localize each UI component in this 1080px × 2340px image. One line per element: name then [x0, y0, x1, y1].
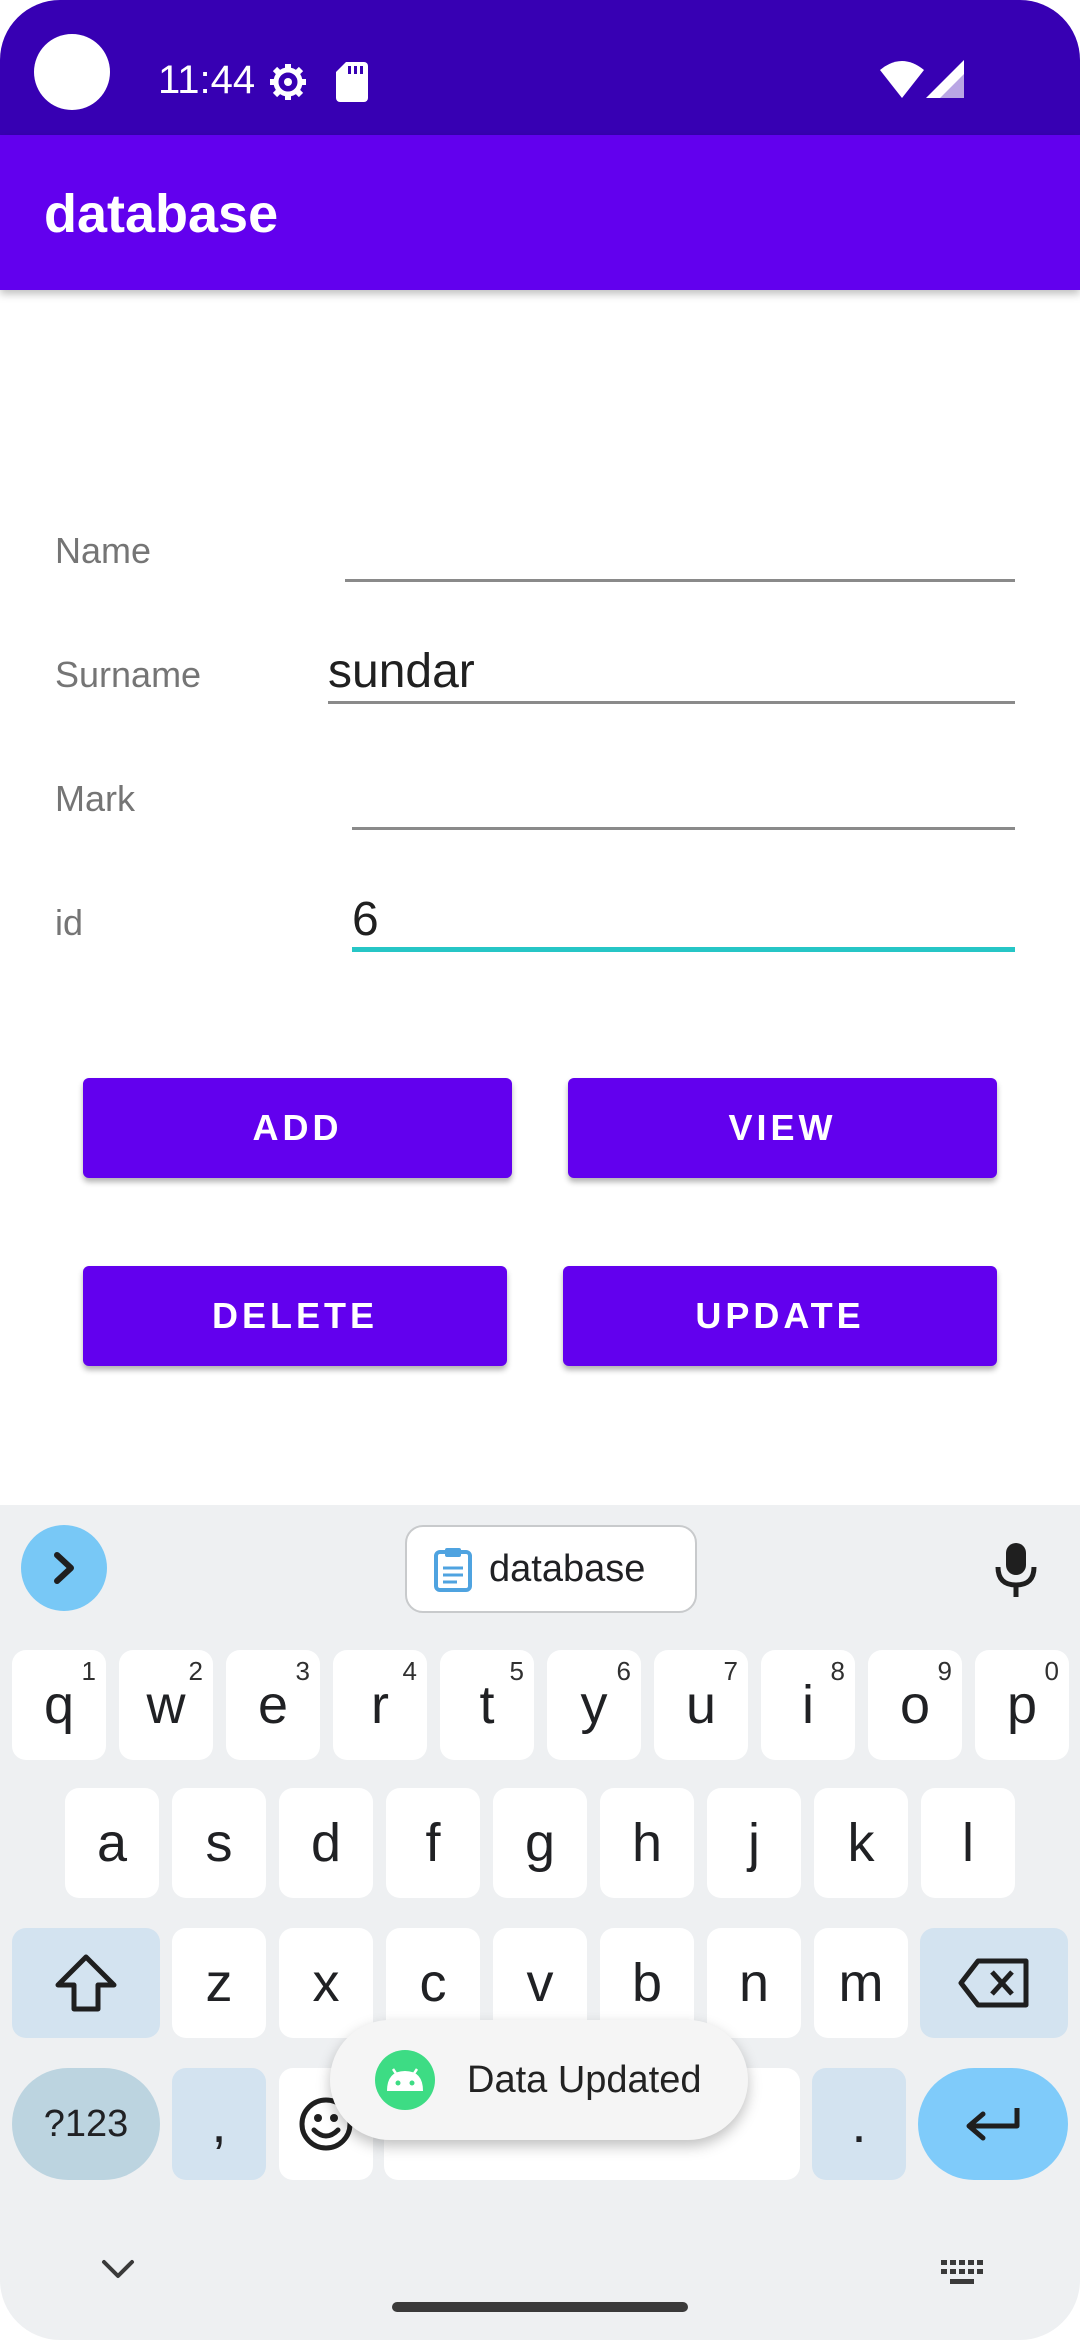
key-z[interactable]: z: [172, 1928, 266, 2038]
key-hint: 3: [295, 1656, 310, 1686]
delete-button[interactable]: DELETE: [83, 1266, 507, 1366]
key-l[interactable]: l: [921, 1788, 1015, 1898]
add-button[interactable]: ADD: [83, 1078, 512, 1178]
symbols-key[interactable]: ?123: [12, 2068, 160, 2180]
key-f[interactable]: f: [386, 1788, 480, 1898]
view-button[interactable]: VIEW: [568, 1078, 997, 1178]
backspace-icon: [958, 1958, 1029, 2008]
clipboard-suggestion-text: database: [489, 1547, 646, 1590]
surname-label: Surname: [55, 654, 202, 695]
key-d[interactable]: d: [279, 1788, 373, 1898]
key-s[interactable]: s: [172, 1788, 266, 1898]
key-o[interactable]: o9: [868, 1650, 962, 1760]
period-key[interactable]: .: [812, 2068, 906, 2180]
key-y[interactable]: y6: [547, 1650, 641, 1760]
app-bar: database: [0, 135, 1080, 290]
key-t[interactable]: t5: [440, 1650, 534, 1760]
key-hint: 8: [830, 1656, 845, 1686]
toast-message: Data Updated: [467, 2058, 702, 2101]
keyboard-switch-icon[interactable]: [940, 2258, 986, 2288]
key-letter: y: [580, 1675, 608, 1735]
key-hint: 5: [509, 1656, 524, 1686]
key-letter: q: [43, 1675, 75, 1735]
key-letter: u: [685, 1675, 717, 1735]
key-letter: p: [1006, 1675, 1038, 1735]
key-hint: 0: [1044, 1656, 1059, 1686]
microphone-icon[interactable]: [993, 1541, 1039, 1599]
key-letter: i: [802, 1675, 814, 1735]
key-q[interactable]: q1: [12, 1650, 106, 1760]
shift-icon: [55, 1954, 117, 2012]
update-button[interactable]: UPDATE: [563, 1266, 997, 1366]
status-bar: 11:44: [0, 0, 1080, 135]
comma-key[interactable]: ,: [172, 2068, 266, 2180]
enter-key[interactable]: [918, 2068, 1068, 2180]
key-w[interactable]: w2: [119, 1650, 213, 1760]
shift-key[interactable]: [12, 1928, 160, 2038]
enter-icon: [966, 2108, 1020, 2141]
camera-cutout: [34, 34, 110, 110]
key-e[interactable]: e3: [226, 1650, 320, 1760]
name-input[interactable]: [345, 522, 1015, 582]
key-i[interactable]: i8: [761, 1650, 855, 1760]
mark-label: Mark: [55, 778, 135, 819]
key-hint: 2: [188, 1656, 203, 1686]
key-u[interactable]: u7: [654, 1650, 748, 1760]
key-g[interactable]: g: [493, 1788, 587, 1898]
key-h[interactable]: h: [600, 1788, 694, 1898]
key-hint: 9: [937, 1656, 952, 1686]
key-m[interactable]: m: [814, 1928, 908, 2038]
key-letter: o: [899, 1675, 931, 1735]
key-j[interactable]: j: [707, 1788, 801, 1898]
settings-icon: [270, 64, 306, 100]
key-letter: t: [479, 1675, 495, 1735]
key-hint: 4: [402, 1656, 417, 1686]
keyboard-toolbar-expand-button[interactable]: [21, 1525, 107, 1611]
key-r[interactable]: r4: [333, 1650, 427, 1760]
key-p[interactable]: p0: [975, 1650, 1069, 1760]
wifi-icon: [880, 61, 924, 98]
key-x[interactable]: x: [279, 1928, 373, 2038]
name-label: Name: [55, 530, 152, 571]
toast: Data Updated: [330, 2020, 748, 2140]
chevron-right-icon: [54, 1552, 74, 1584]
backspace-key[interactable]: [920, 1928, 1068, 2038]
hide-keyboard-icon[interactable]: [100, 2258, 136, 2280]
key-a[interactable]: a: [65, 1788, 159, 1898]
app-title: database: [44, 184, 279, 244]
sd-card-icon: [336, 62, 368, 102]
key-n[interactable]: n: [707, 1928, 801, 2038]
soft-keyboard: database: [0, 1505, 1080, 2340]
mark-input[interactable]: [352, 770, 1015, 830]
key-hint: 1: [81, 1656, 96, 1686]
key-letter: w: [146, 1675, 186, 1735]
clipboard-suggestion-chip[interactable]: database: [405, 1525, 697, 1613]
id-input[interactable]: 6: [352, 892, 1015, 952]
key-k[interactable]: k: [814, 1788, 908, 1898]
key-letter: e: [257, 1675, 289, 1735]
surname-input[interactable]: sundar: [328, 644, 1015, 704]
home-indicator[interactable]: [392, 2302, 688, 2312]
id-label: id: [55, 902, 84, 943]
key-letter: r: [371, 1675, 389, 1735]
android-icon: [375, 2050, 435, 2110]
cell-signal-icon: [926, 60, 964, 98]
status-time: 11:44: [158, 58, 256, 102]
clipboard-icon: [434, 1548, 472, 1592]
key-hint: 6: [616, 1656, 631, 1686]
key-hint: 7: [723, 1656, 738, 1686]
